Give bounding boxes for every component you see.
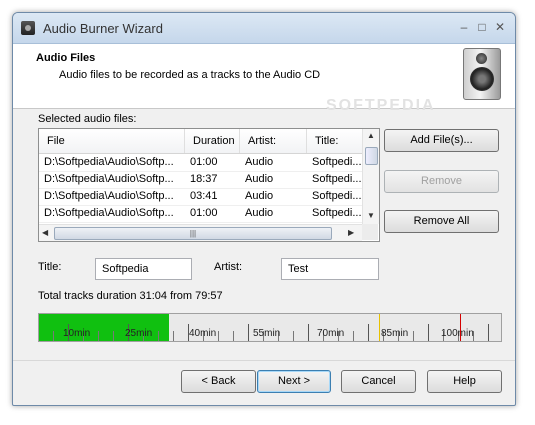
scroll-up-icon[interactable]: ▲ <box>367 131 375 140</box>
cell-file: D:\Softpedia\Audio\Softp... <box>44 190 174 202</box>
timeline-label: 40min <box>189 328 217 339</box>
column-duration[interactable]: Duration <box>185 129 240 153</box>
files-caption: Selected audio files: <box>38 113 137 125</box>
back-button[interactable]: < Back <box>181 370 256 393</box>
cell-title: Softpedi... <box>312 190 362 202</box>
table-row[interactable]: D:\Softpedia\Audio\Softp... 18:37 Audio … <box>39 171 362 189</box>
cell-duration: 01:00 <box>190 207 218 219</box>
cd-capacity-marker <box>460 314 461 341</box>
cell-file: D:\Softpedia\Audio\Softp... <box>44 156 174 168</box>
timeline-label: 55min <box>253 328 281 339</box>
list-header: File Duration Artist: Title: <box>39 129 362 154</box>
table-row[interactable]: D:\Softpedia\Audio\Softp... 01:00 Audio … <box>39 154 362 172</box>
cell-duration: 03:41 <box>190 190 218 202</box>
horizontal-scroll-thumb[interactable]: ||| <box>54 227 332 240</box>
add-files-button[interactable]: Add File(s)... <box>384 129 499 152</box>
title-bar: Audio Burner Wizard – □ ✕ <box>13 13 515 44</box>
next-button[interactable]: Next > <box>257 370 331 393</box>
table-row[interactable]: D:\Softpedia\Audio\Softp... 01:00 Audio … <box>39 205 362 223</box>
timeline-label: 100min <box>441 328 474 339</box>
wizard-header: Audio Files Audio files to be recorded a… <box>13 44 515 109</box>
minimize-icon[interactable]: – <box>455 19 473 35</box>
maximize-icon[interactable]: □ <box>473 19 491 35</box>
scroll-corner <box>362 224 378 240</box>
cell-title: Softpedi... <box>312 207 362 219</box>
table-row[interactable]: D:\Softpedia\Audio\Softp... 03:41 Audio … <box>39 188 362 206</box>
cd-74min-marker <box>379 314 380 341</box>
close-icon[interactable]: ✕ <box>491 19 509 35</box>
speaker-icon <box>463 48 501 100</box>
horizontal-scrollbar[interactable]: ◀ ||| ▶ <box>39 224 362 241</box>
remove-button[interactable]: Remove <box>384 170 499 193</box>
column-title[interactable]: Title: <box>307 129 362 153</box>
vertical-scroll-thumb[interactable] <box>365 147 378 165</box>
remove-all-button[interactable]: Remove All <box>384 210 499 233</box>
watermark: SOFTPEDIA <box>326 97 436 114</box>
cell-artist: Audio <box>245 173 274 185</box>
duration-status: Total tracks duration 31:04 from 79:57 <box>38 290 223 302</box>
timeline-label: 85min <box>381 328 409 339</box>
scroll-right-icon[interactable]: ▶ <box>348 228 354 237</box>
timeline-label: 10min <box>63 328 91 339</box>
cell-title: Softpedi... <box>312 173 362 185</box>
speaker-app-icon <box>21 21 35 35</box>
title-label: Title: <box>38 261 62 273</box>
scroll-left-icon[interactable]: ◀ <box>42 228 48 237</box>
title-field[interactable]: Softpedia <box>95 258 192 280</box>
audio-file-list[interactable]: File Duration Artist: Title: D:\Softpedi… <box>38 128 380 242</box>
footer-separator <box>13 360 515 361</box>
cell-artist: Audio <box>245 190 274 202</box>
vertical-scrollbar[interactable]: ▲ ▼ <box>362 129 379 224</box>
cell-duration: 18:37 <box>190 173 218 185</box>
window-title: Audio Burner Wizard <box>43 21 163 36</box>
scroll-down-icon[interactable]: ▼ <box>367 211 375 220</box>
page-title: Audio Files <box>36 52 96 64</box>
cell-file: D:\Softpedia\Audio\Softp... <box>44 207 174 219</box>
cell-duration: 01:00 <box>190 156 218 168</box>
wizard-window: Audio Burner Wizard – □ ✕ Audio Files Au… <box>12 12 516 406</box>
artist-label: Artist: <box>214 261 243 273</box>
column-file[interactable]: File <box>39 129 185 153</box>
cell-artist: Audio <box>245 156 274 168</box>
page-subtitle: Audio files to be recorded as a tracks t… <box>59 69 321 81</box>
cell-artist: Audio <box>245 207 274 219</box>
artist-field[interactable]: Test <box>281 258 379 280</box>
cell-title: Softpedi... <box>312 156 362 168</box>
cell-file: D:\Softpedia\Audio\Softp... <box>44 173 174 185</box>
column-artist[interactable]: Artist: <box>240 129 307 153</box>
cd-capacity-bar: 10min 25min 40min 55min 70min 85min 100m… <box>38 313 502 342</box>
timeline-label: 70min <box>317 328 345 339</box>
cancel-button[interactable]: Cancel <box>341 370 416 393</box>
timeline-label: 25min <box>125 328 153 339</box>
help-button[interactable]: Help <box>427 370 502 393</box>
